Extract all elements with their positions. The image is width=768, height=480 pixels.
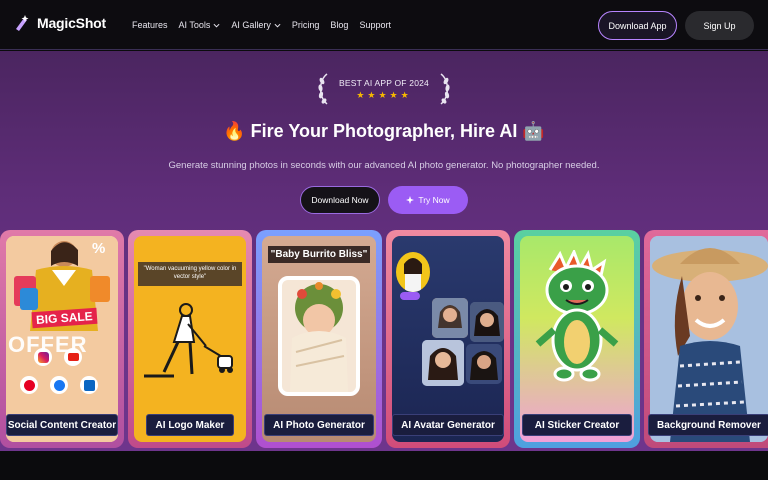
card-label: AI Logo Maker	[146, 414, 234, 436]
nav-item-support[interactable]: Support	[359, 20, 391, 30]
chevron-down-icon	[274, 23, 281, 28]
try-now-label: Try Now	[418, 195, 450, 205]
sign-up-button[interactable]: Sign Up	[685, 11, 754, 40]
page-bottom-band	[0, 451, 768, 480]
baby-photo	[278, 276, 360, 396]
social-content-image: % BIG SALE OFFER	[6, 236, 118, 442]
card-label: AI Avatar Generator	[392, 414, 504, 436]
avatar-result-2	[470, 302, 504, 342]
linkedin-icon	[80, 376, 98, 394]
download-app-button[interactable]: Download App	[598, 11, 677, 40]
magic-wand-icon	[16, 15, 29, 31]
nav-item-blog[interactable]: Blog	[330, 20, 348, 30]
nav-item-label: Pricing	[291, 20, 320, 30]
card-label: Social Content Creator	[6, 414, 118, 436]
avatar-source-photo	[396, 252, 430, 292]
card-background-remover[interactable]: Background Remover	[644, 230, 768, 448]
nav-item-pricing[interactable]: Pricing	[292, 20, 320, 30]
logo-prompt-text: "Woman vacuuming yellow color in vector …	[138, 262, 242, 286]
top-navbar: MagicShot Features AI Tools AI Gallery P…	[0, 0, 768, 50]
pinterest-icon	[20, 376, 38, 394]
card-label: AI Sticker Creator	[522, 414, 632, 436]
nav-item-label: Features	[132, 20, 168, 30]
percent-badge: %	[92, 240, 106, 257]
avatar-result-3	[422, 340, 464, 386]
hero-headline: 🔥 Fire Your Photographer, Hire AI 🤖	[223, 121, 545, 141]
brand-logo[interactable]: MagicShot	[14, 14, 106, 32]
card-ai-avatar-generator[interactable]: AI Avatar Generator	[386, 230, 510, 448]
avatar-generator-image	[392, 236, 504, 442]
youtube-icon	[64, 348, 82, 366]
card-ai-sticker-creator[interactable]: AI Sticker Creator	[514, 230, 640, 448]
try-now-button[interactable]: Try Now	[388, 186, 468, 214]
rating-stars: ★★★★★	[356, 90, 412, 100]
brand-name: MagicShot	[37, 15, 106, 31]
card-label: AI Photo Generator	[264, 414, 374, 436]
card-label: Background Remover	[648, 414, 768, 436]
nav-item-label: Support	[359, 20, 391, 30]
background-remover-image	[650, 236, 768, 442]
nav-item-ai-tools[interactable]: AI Tools	[179, 20, 221, 30]
dragon-sticker-illustration	[535, 250, 619, 382]
award-badge: BEST AI APP OF 2024 ★★★★★	[316, 72, 452, 106]
award-text: BEST AI APP OF 2024	[339, 78, 429, 88]
nav-item-ai-gallery[interactable]: AI Gallery	[231, 20, 281, 30]
nav-item-features[interactable]: Features	[132, 20, 168, 30]
nav-item-label: Blog	[330, 20, 349, 30]
avatar-tag	[400, 292, 420, 300]
vacuum-woman-illustration	[144, 303, 233, 378]
chevron-down-icon	[213, 23, 220, 28]
main-menu: Features AI Tools AI Gallery Pricing Blo…	[132, 0, 391, 50]
card-ai-photo-generator[interactable]: "Baby Burrito Bliss" AI Photo Generator	[256, 230, 382, 448]
download-now-button[interactable]: Download Now	[300, 186, 380, 214]
nav-item-label: AI Gallery	[231, 20, 271, 30]
photo-generator-image: "Baby Burrito Bliss"	[262, 236, 376, 442]
facebook-icon	[50, 376, 68, 394]
sticker-creator-image	[520, 236, 634, 442]
hero-subheadline: Generate stunning photos in seconds with…	[168, 160, 600, 171]
avatar-result-1	[432, 298, 468, 338]
instagram-icon	[34, 348, 52, 366]
photo-prompt-text: "Baby Burrito Bliss"	[268, 246, 370, 263]
avatar-result-4	[466, 344, 502, 384]
sparkle-icon	[406, 196, 415, 204]
woman-sunhat-illustration	[650, 236, 768, 442]
card-ai-logo-maker[interactable]: "Woman vacuuming yellow color in vector …	[128, 230, 252, 448]
baby-burrito-illustration	[290, 282, 348, 392]
nav-item-label: AI Tools	[178, 20, 211, 30]
logo-maker-image: "Woman vacuuming yellow color in vector …	[134, 236, 246, 442]
card-social-content-creator[interactable]: % BIG SALE OFFER Social Content Creator	[0, 230, 124, 448]
